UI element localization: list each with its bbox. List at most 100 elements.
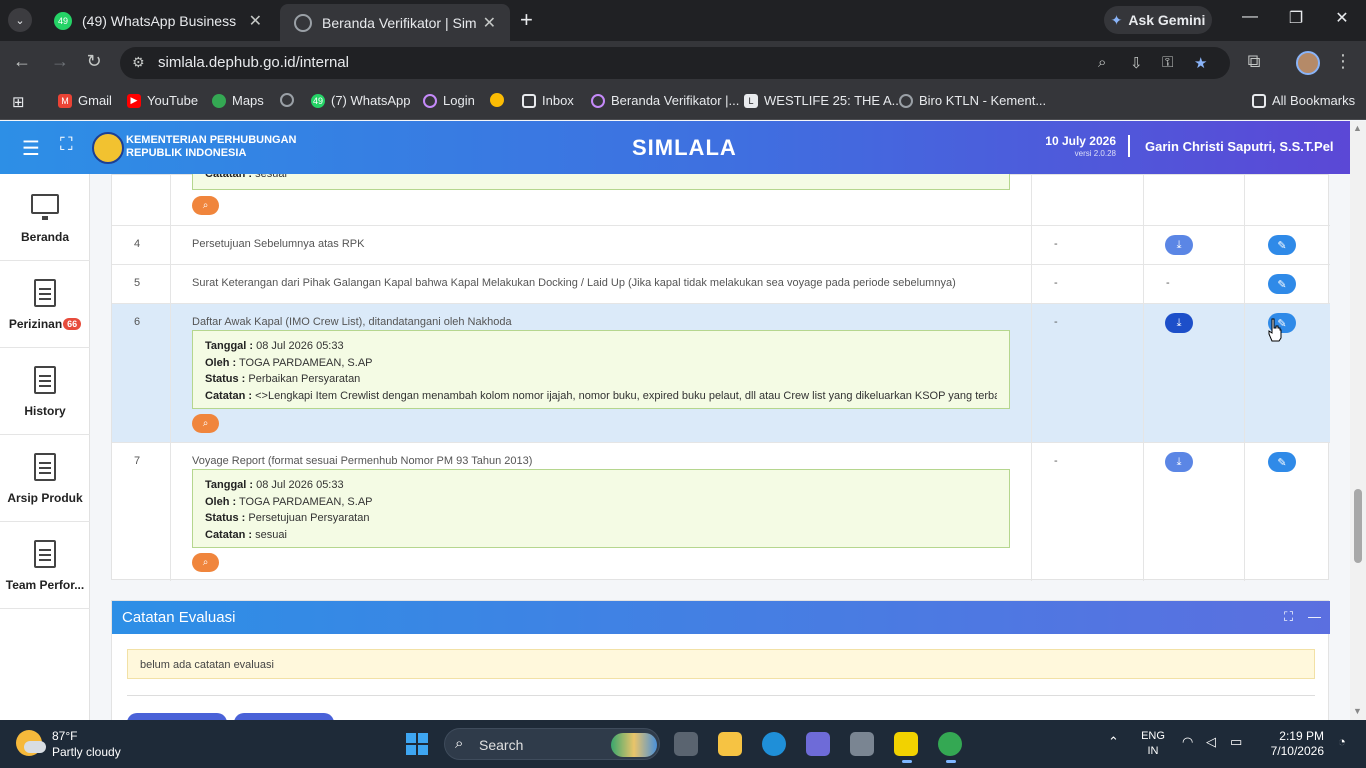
edit-button[interactable]: ✎ xyxy=(1268,452,1296,472)
document-name: Voyage Report (format sesuai Permenhub N… xyxy=(192,455,533,467)
weather-icon[interactable] xyxy=(16,730,46,756)
sidebar-item-perizinan[interactable]: Perizinan 66 xyxy=(0,261,90,348)
edge-icon[interactable] xyxy=(762,732,786,756)
download-button[interactable]: ⤓ xyxy=(1165,235,1193,255)
scroll-down-icon[interactable]: ▼ xyxy=(1353,706,1362,716)
bookmark-globe[interactable] xyxy=(280,93,294,107)
login-icon xyxy=(423,93,437,108)
extensions-icon[interactable]: ⧉ xyxy=(1242,51,1266,72)
close-tab-icon[interactable]: ✕ xyxy=(483,13,496,33)
header-divider xyxy=(1128,135,1130,157)
expand-icon[interactable]: ⛶ xyxy=(1284,609,1293,625)
taskbar-search[interactable]: ⌕ Search xyxy=(444,728,660,760)
sidebar-item-beranda[interactable]: Beranda xyxy=(0,174,90,261)
system-clock[interactable]: 2:19 PM 7/10/2026 xyxy=(1268,729,1324,759)
evaluation-empty-message: belum ada catatan evaluasi xyxy=(127,649,1315,679)
document-icon xyxy=(34,366,56,394)
app-icon[interactable] xyxy=(806,732,830,756)
bookmark-login[interactable]: Login xyxy=(423,93,475,108)
minimize-icon[interactable]: — xyxy=(1238,8,1262,26)
sticky-notes-icon[interactable] xyxy=(894,732,918,763)
reload-icon[interactable]: ↻ xyxy=(82,51,106,72)
address-bar[interactable]: ⚙ simlala.dephub.go.id/internal ⌕ ⇩ ⚿ ★ xyxy=(120,47,1230,79)
restore-icon[interactable]: ❐ xyxy=(1284,8,1308,28)
bookmark-pinwheel[interactable] xyxy=(490,93,504,107)
camera-icon[interactable] xyxy=(850,732,874,756)
bookmark-gmail[interactable]: M Gmail xyxy=(58,93,112,108)
bookmark-westlife[interactable]: L WESTLIFE 25: THE A... xyxy=(744,93,902,108)
address-toolbar: ← → ↻ ⚙ simlala.dephub.go.id/internal ⌕ … xyxy=(0,41,1366,85)
menu-kebab-icon[interactable]: ⋮ xyxy=(1334,51,1352,72)
user-name[interactable]: Garin Christi Saputri, S.S.T.Pel xyxy=(1145,139,1334,154)
maps-icon xyxy=(212,93,226,108)
volume-icon[interactable]: ◁ xyxy=(1206,734,1216,750)
bookmark-beranda[interactable]: Beranda Verifikator |... xyxy=(591,93,739,108)
profile-avatar[interactable] xyxy=(1296,51,1320,75)
file-explorer-icon[interactable] xyxy=(718,732,742,756)
view-note-button[interactable]: ⌕ xyxy=(192,196,219,215)
scroll-thumb[interactable] xyxy=(1354,489,1362,563)
install-icon[interactable]: ⇩ xyxy=(1130,54,1143,72)
tab-whatsapp[interactable]: 49 (49) WhatsApp Business ✕ xyxy=(40,0,276,41)
document-icon xyxy=(34,540,56,568)
whatsapp-icon: 49 xyxy=(54,11,72,30)
action-button[interactable] xyxy=(234,713,334,720)
view-note-button[interactable]: ⌕ xyxy=(192,553,219,572)
sidebar-item-history[interactable]: History xyxy=(0,348,90,435)
new-tab-button[interactable]: + xyxy=(520,8,533,32)
bookmark-inbox[interactable]: Inbox xyxy=(522,93,574,108)
wifi-icon[interactable]: ◠ xyxy=(1182,734,1193,750)
task-view-icon[interactable] xyxy=(674,732,698,756)
chrome-icon[interactable] xyxy=(938,732,962,763)
download-icon: ⤓ xyxy=(1176,238,1182,251)
password-key-icon[interactable]: ⚿ xyxy=(1162,54,1173,71)
action-button[interactable] xyxy=(127,713,227,720)
verification-note: Tanggal : 08 Jul 2026 05:33 Oleh : TOGA … xyxy=(192,330,1010,409)
sidebar-item-arsip-produk[interactable]: Arsip Produk xyxy=(0,435,90,522)
header-date: 10 July 2026 xyxy=(1045,134,1116,148)
collapse-icon[interactable]: — xyxy=(1308,609,1321,624)
site-info-icon[interactable]: ⚙ xyxy=(132,54,145,71)
search-icon: ⌕ xyxy=(202,418,209,429)
close-tab-icon[interactable]: ✕ xyxy=(249,11,262,31)
close-window-icon[interactable]: ✕ xyxy=(1330,8,1354,28)
bookmark-youtube[interactable]: ▶ YouTube xyxy=(127,93,198,108)
sidebar-item-team-performance[interactable]: Team Perfor... xyxy=(0,522,90,609)
edit-button[interactable]: ✎ xyxy=(1268,235,1296,255)
browser-tab-strip: ⌄ 49 (49) WhatsApp Business ✕ Beranda Ve… xyxy=(0,0,1366,41)
notification-icon[interactable]: ◔ xyxy=(1338,734,1346,749)
bookmark-maps[interactable]: Maps xyxy=(212,93,264,108)
download-button[interactable]: ⤓ xyxy=(1165,452,1193,472)
show-hidden-icons[interactable]: ⌃ xyxy=(1108,734,1119,750)
search-icon: ⌕ xyxy=(202,200,209,211)
ministry-logo xyxy=(92,132,124,164)
tab-simlala[interactable]: Beranda Verifikator | SimLala ✕ xyxy=(280,4,510,41)
hand-cursor-icon xyxy=(1268,318,1282,342)
page-scrollbar[interactable]: ▲ ▼ xyxy=(1350,121,1366,720)
hamburger-menu-icon[interactable]: ☰ xyxy=(22,136,40,161)
zoom-icon[interactable]: ⌕ xyxy=(1098,54,1106,71)
bookmark-whatsapp[interactable]: 49 (7) WhatsApp xyxy=(311,93,410,108)
folder-icon xyxy=(1252,93,1266,108)
tab-search-icon[interactable]: ⌄ xyxy=(8,8,32,32)
ministry-name: KEMENTERIAN PERHUBUNGAN REPUBLIK INDONES… xyxy=(126,134,297,159)
ask-gemini-button[interactable]: ✦ Ask Gemini xyxy=(1104,6,1212,34)
all-bookmarks[interactable]: All Bookmarks xyxy=(1252,93,1355,108)
app-version: versi 2.0.28 xyxy=(1074,149,1116,158)
bookmark-star-icon[interactable]: ★ xyxy=(1194,54,1207,72)
fullscreen-icon[interactable]: ⛶ xyxy=(60,134,73,155)
scroll-up-icon[interactable]: ▲ xyxy=(1353,123,1362,133)
bookmark-biro-ktln[interactable]: Biro KTLN - Kement... xyxy=(899,93,1046,108)
battery-icon[interactable]: ▭ xyxy=(1230,734,1242,750)
apps-grid-icon[interactable]: ⊞ xyxy=(12,93,25,111)
windows-start-icon[interactable] xyxy=(406,733,428,755)
globe-icon xyxy=(899,93,913,108)
forward-icon[interactable]: → xyxy=(48,51,72,72)
edit-button[interactable]: ✎ xyxy=(1268,274,1296,294)
view-note-button[interactable]: ⌕ xyxy=(192,414,219,433)
back-icon[interactable]: ← xyxy=(10,51,34,72)
download-icon: ⤓ xyxy=(1176,316,1182,329)
language-indicator[interactable]: ENG IN xyxy=(1140,729,1166,759)
divider xyxy=(127,695,1315,696)
download-button[interactable]: ⤓ xyxy=(1165,313,1193,333)
